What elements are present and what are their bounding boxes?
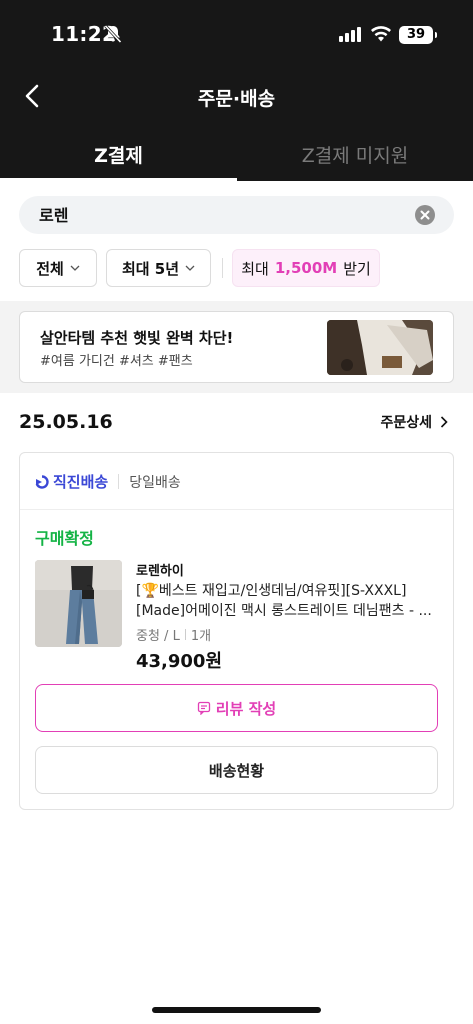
product-price: 43,900원 xyxy=(136,651,223,672)
shipping-status-button[interactable]: 배송현황 xyxy=(35,746,438,794)
chevron-down-icon xyxy=(185,265,195,271)
order-status: 구매확정 xyxy=(35,529,94,548)
write-review-button[interactable]: 리뷰 작성 xyxy=(35,684,438,732)
chevron-right-icon xyxy=(440,416,448,428)
filter-all-label: 전체 xyxy=(36,259,64,278)
reward-suffix: 받기 xyxy=(343,259,371,278)
tab-z-payment-unsupported[interactable]: Z결제 미지원 xyxy=(237,125,473,181)
top-header-area: 11:22 39 주문·배송 Z결제 Z결제 미지원 xyxy=(0,0,473,181)
reward-amount: 1,500M xyxy=(274,259,338,277)
shipping-info: 직진배송 당일배송 xyxy=(35,471,181,492)
banner-title: 살안타템 추천 햇빛 완벽 차단! xyxy=(40,329,234,347)
order-date: 25.05.16 xyxy=(19,411,113,433)
page-header: 주문·배송 xyxy=(0,70,473,125)
product-option: 중청 / L xyxy=(136,629,180,644)
status-bar: 11:22 39 xyxy=(0,0,473,70)
order-detail-link[interactable]: 주문상세 xyxy=(380,412,448,432)
search-input[interactable] xyxy=(39,204,399,223)
battery-indicator: 39 xyxy=(399,26,437,44)
page-title: 주문·배송 xyxy=(197,88,276,110)
order-card: 직진배송 당일배송 구매확정 로렌하이 [🏆베스트 재입고/인생데님/여유핏][… xyxy=(19,452,454,810)
home-indicator[interactable] xyxy=(152,1007,321,1013)
wifi-icon xyxy=(370,25,392,47)
banner-image xyxy=(327,320,433,375)
review-button-label: 리뷰 작성 xyxy=(215,699,277,718)
filter-period-dropdown[interactable]: 최대 5년 xyxy=(106,249,211,287)
promo-banner[interactable]: 살안타템 추천 햇빛 완벽 차단! #여름 가디건 #셔츠 #팬츠 xyxy=(19,311,454,383)
card-divider xyxy=(20,509,453,510)
reward-prefix: 최대 xyxy=(241,259,269,278)
filter-all-dropdown[interactable]: 전체 xyxy=(19,249,97,287)
product-brand: 로렌하이 xyxy=(136,564,184,579)
shipping-type: 직진배송 xyxy=(53,473,109,491)
direct-shipping-icon xyxy=(35,474,49,489)
order-detail-label: 주문상세 xyxy=(380,415,432,431)
product-quantity: 1개 xyxy=(190,629,212,644)
search-bar xyxy=(19,196,454,234)
review-pencil-icon xyxy=(197,701,210,715)
tab-z-payment[interactable]: Z결제 xyxy=(0,125,237,181)
shipping-divider xyxy=(118,474,120,489)
product-name[interactable]: [🏆베스트 재입고/인생데님/여유핏][S-XXXL][Made]어메이진 맥시… xyxy=(136,581,441,621)
shipping-speed: 당일배송 xyxy=(129,474,181,491)
filter-divider xyxy=(222,258,223,278)
direct-shipping-badge: 직진배송 xyxy=(35,471,108,492)
payment-tabs: Z결제 Z결제 미지원 xyxy=(0,125,473,181)
chevron-down-icon xyxy=(70,265,80,271)
reward-button[interactable]: 최대 1,500M 받기 xyxy=(232,249,380,287)
filter-period-label: 최대 5년 xyxy=(121,259,180,278)
product-thumbnail[interactable] xyxy=(35,560,122,647)
banner-subtitle: #여름 가디건 #셔츠 #팬츠 xyxy=(40,354,193,369)
bell-muted-icon xyxy=(103,24,123,48)
clear-search-icon[interactable] xyxy=(415,205,435,225)
option-divider xyxy=(184,629,186,640)
product-option-row: 중청 / L 1개 xyxy=(136,625,211,644)
cellular-signal-icon xyxy=(339,27,361,42)
